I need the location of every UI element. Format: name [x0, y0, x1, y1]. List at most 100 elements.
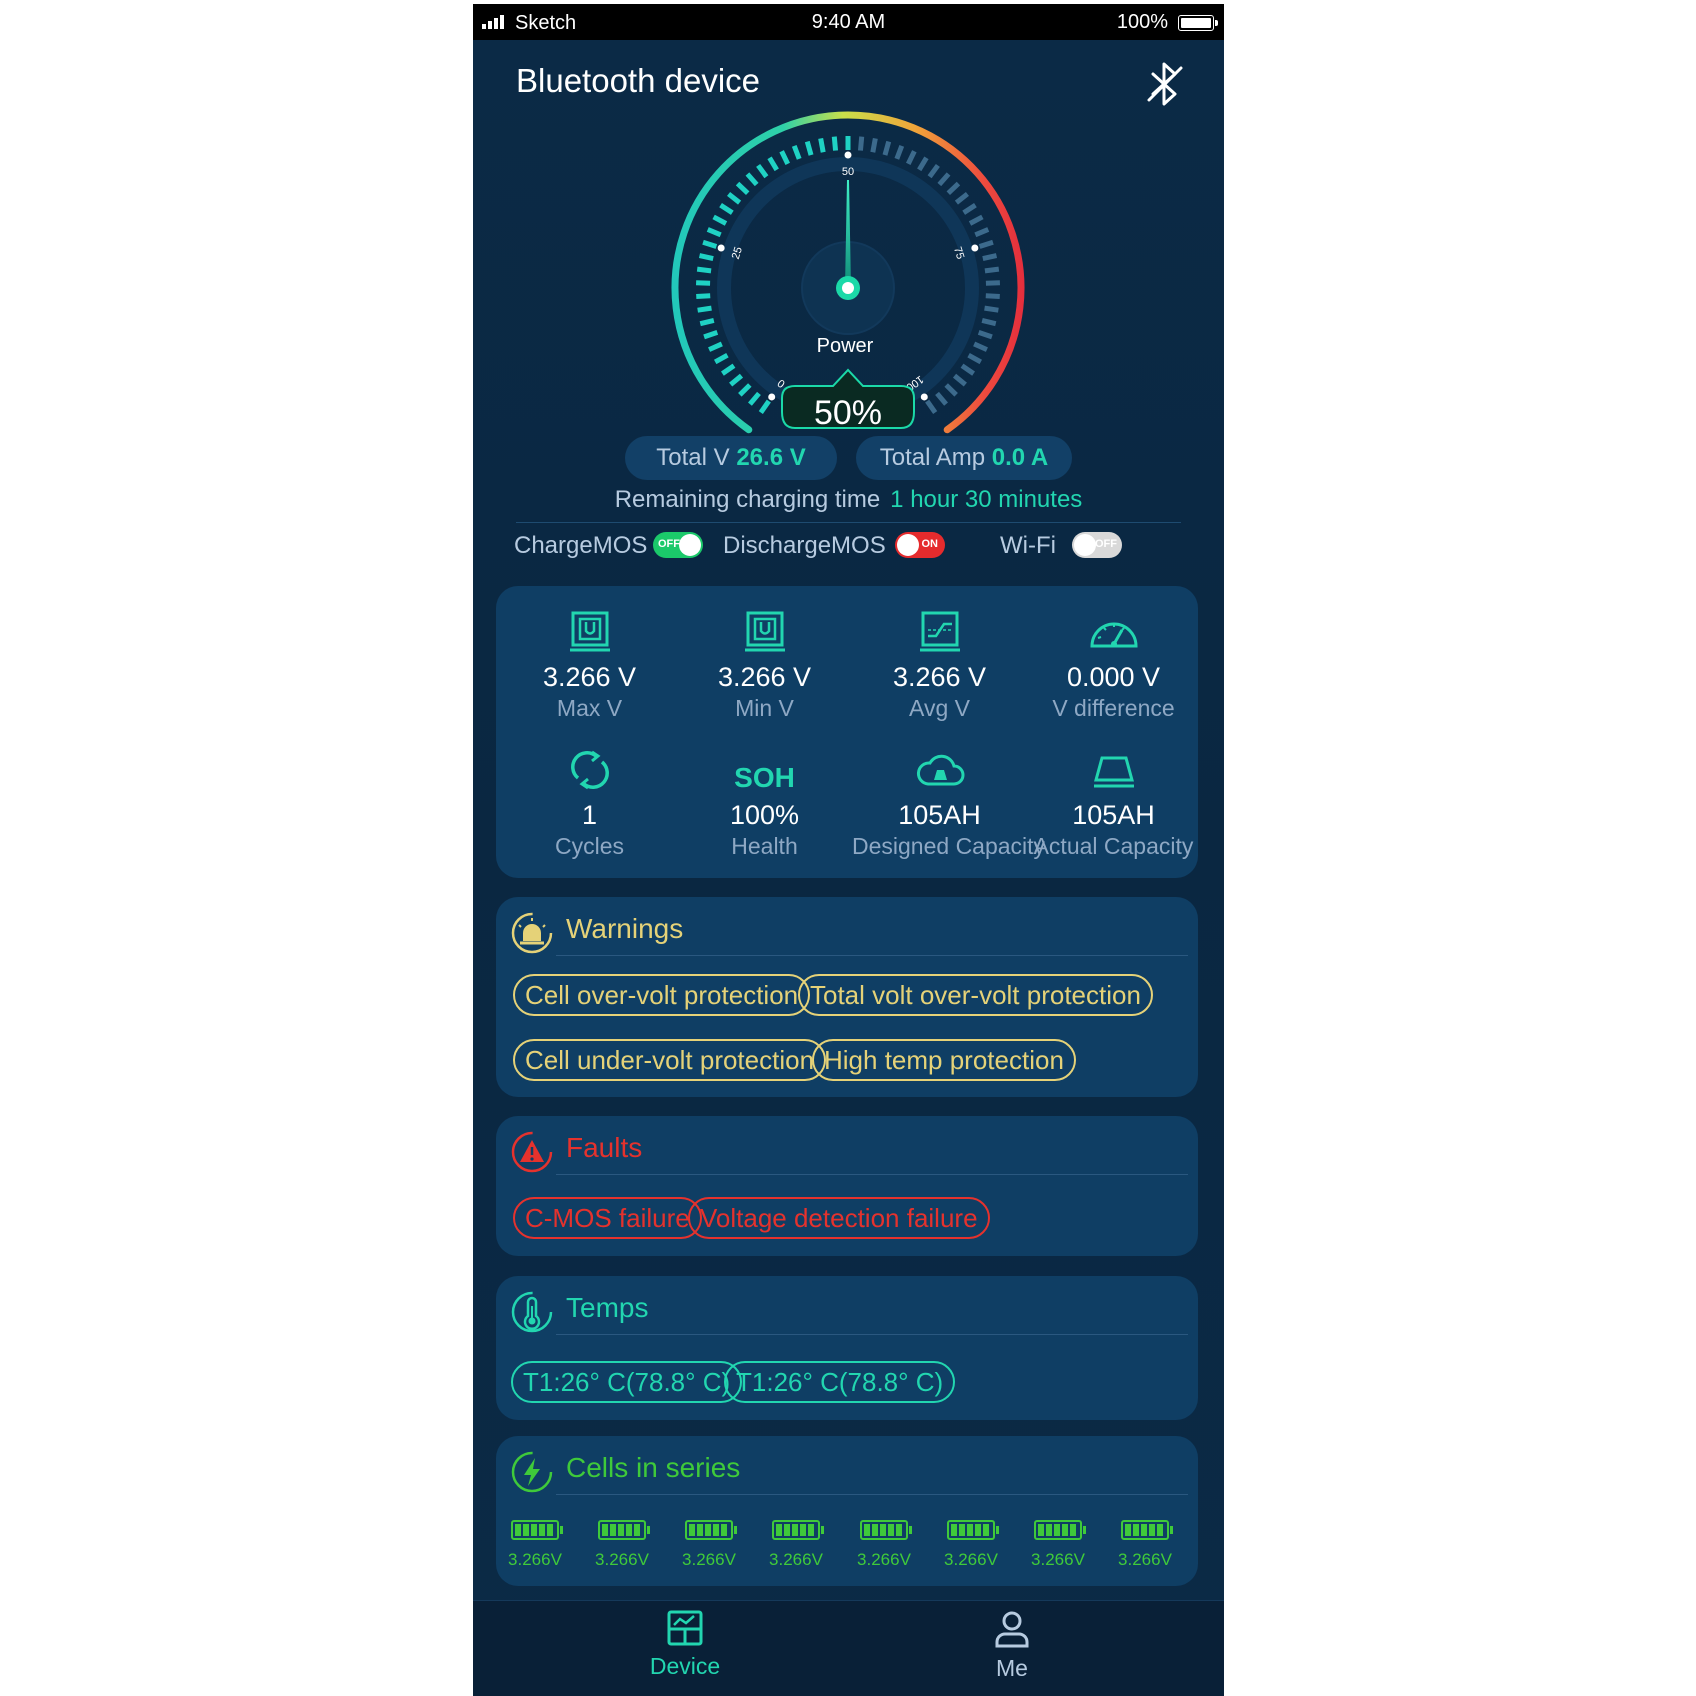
gauge-tick: [937, 172, 951, 187]
gauge-tick: [696, 266, 712, 274]
gauge-tick: [944, 383, 958, 397]
gauge-tick: [721, 363, 736, 376]
wifi-toggle[interactable]: OFF: [1072, 532, 1122, 558]
cell-voltage: 3.266V: [769, 1550, 823, 1569]
gauge-tick-dot: [717, 244, 725, 252]
cloud-capacity-icon: [916, 754, 964, 786]
gauge-tick-dot: [971, 244, 979, 252]
metric-label: Designed Capacity: [852, 833, 1046, 859]
gauge-tick: [906, 150, 917, 165]
faults-title: Faults: [566, 1132, 643, 1163]
metric-value: 3.266 V: [717, 662, 812, 692]
battery-cell-icon: [511, 1520, 563, 1540]
metric-health: SOH 100% Health: [677, 748, 852, 860]
gauge-tick: [767, 156, 779, 172]
cells-title: Cells in series: [566, 1452, 741, 1483]
warning-tag[interactable]: High temp protection: [812, 1039, 1076, 1081]
warning-tag[interactable]: Cell over-volt protection: [513, 974, 811, 1016]
battery-cell-icon: [1121, 1520, 1173, 1540]
gauge-tick: [954, 192, 969, 205]
gauge-tick: [697, 305, 712, 313]
battery-cell-icon: [685, 1520, 737, 1540]
gauge-needle: [845, 180, 851, 288]
gauge-tick: [882, 140, 892, 156]
charge-mos-toggle[interactable]: OFF: [653, 532, 703, 558]
gauge-tick: [735, 181, 750, 196]
temp-tag[interactable]: T1:26° C(78.8° C): [724, 1361, 956, 1403]
gauge-tick: [946, 181, 961, 196]
gauge-tick: [779, 150, 790, 165]
thermometer-icon: [511, 1291, 553, 1333]
metric-value: 0.000 V: [1066, 662, 1161, 692]
metric-designed-capacity: 105AH Designed Capacity: [852, 748, 1046, 860]
warnings-card: Warnings Cell over-volt protection Total…: [496, 897, 1198, 1097]
tab-device[interactable]: Device: [585, 1609, 785, 1680]
cell-voltage: 3.266V: [595, 1550, 649, 1569]
remaining-value: 1 hour 30 minutes: [890, 486, 1083, 513]
warning-tag[interactable]: Total volt over-volt protection: [798, 974, 1153, 1016]
warnings-title: Warnings: [566, 913, 684, 944]
battery-cell-icon: [860, 1520, 912, 1540]
cell-item: 3.266V: [1102, 1520, 1188, 1570]
gauge-tick: [894, 144, 905, 160]
metric-label: Min V: [735, 695, 794, 721]
fault-tag[interactable]: C-MOS failure: [513, 1197, 702, 1239]
total-amp-pill: Total Amp 0.0 A: [856, 436, 1072, 480]
gauge-tick: [831, 136, 839, 151]
metric-value: 105AH: [898, 800, 981, 830]
cell-voltage: 3.266V: [944, 1550, 998, 1569]
cells-card: Cells in series 3.266V 3.266V 3.266V 3.2…: [496, 1436, 1198, 1586]
warning-tag[interactable]: Cell under-volt protection: [513, 1039, 827, 1081]
faults-card: Faults C-MOS failure Voltage detection f…: [496, 1116, 1198, 1256]
remaining-charging-time: Remaining charging time 1 hour 30 minutes: [473, 486, 1224, 514]
tab-me-label: Me: [996, 1655, 1028, 1681]
cell-item: 3.266V: [579, 1520, 665, 1570]
gauge-tick: [981, 317, 997, 327]
metric-avg-v: 3.266 V Avg V: [852, 610, 1027, 722]
gauge-tick: [712, 214, 728, 226]
gauge-tick: [974, 227, 990, 238]
battery-cell-icon: [598, 1520, 650, 1540]
gauge-tick: [748, 391, 761, 406]
tab-device-label: Device: [649, 1653, 721, 1679]
gauge-tick: [758, 399, 771, 414]
gauge-tick: [917, 156, 929, 172]
temps-title: Temps: [566, 1292, 649, 1323]
tab-me[interactable]: Me: [912, 1609, 1112, 1682]
discharge-mos-toggle[interactable]: ON: [895, 532, 945, 558]
total-amp-value: 0.0 A: [991, 444, 1049, 471]
total-voltage-label: Total V: [656, 444, 730, 471]
gauge-tick: [702, 239, 718, 249]
gauge-tick: [727, 192, 742, 205]
remaining-label: Remaining charging time: [614, 486, 881, 513]
gauge-tick-label: 25: [730, 245, 745, 260]
avg-voltage-icon: [919, 611, 960, 652]
gauge-tick: [713, 352, 729, 365]
gauge-tick: [818, 138, 826, 153]
temps-card: Temps T1:26° C(78.8° C) T1:26° C(78.8° C…: [496, 1276, 1198, 1420]
gauge-tick: [745, 172, 759, 187]
gauge-tick: [968, 214, 984, 226]
metric-label: Health: [731, 833, 798, 859]
divider: [516, 522, 1181, 523]
metric-label: Max V: [556, 695, 623, 721]
total-voltage-pill: Total V 26.6 V: [625, 436, 837, 480]
cell-voltage: 3.266V: [857, 1550, 911, 1569]
gauge-tick: [756, 163, 769, 179]
metric-value: 1: [581, 800, 598, 830]
total-voltage-value: 26.6 V: [736, 444, 806, 471]
metric-label: Actual Capacity: [1033, 833, 1194, 859]
gauge-tick: [870, 138, 878, 153]
total-amp-label: Total Amp: [879, 444, 986, 471]
fault-tag[interactable]: Voltage detection failure: [688, 1197, 990, 1239]
wifi-label: Wi-Fi: [1000, 532, 1056, 559]
discharge-mos-label: DischargeMOS: [723, 532, 886, 559]
charge-mos-label: ChargeMOS: [514, 532, 648, 559]
temp-tag[interactable]: T1:26° C(78.8° C): [511, 1361, 743, 1403]
metric-label: V difference: [1052, 695, 1175, 721]
battery-cell-icon: [947, 1520, 999, 1540]
device-icon: [667, 1610, 703, 1646]
gauge-tick: [738, 383, 752, 397]
gauge-tick: [982, 253, 998, 261]
gauge-tick: [984, 266, 1000, 274]
